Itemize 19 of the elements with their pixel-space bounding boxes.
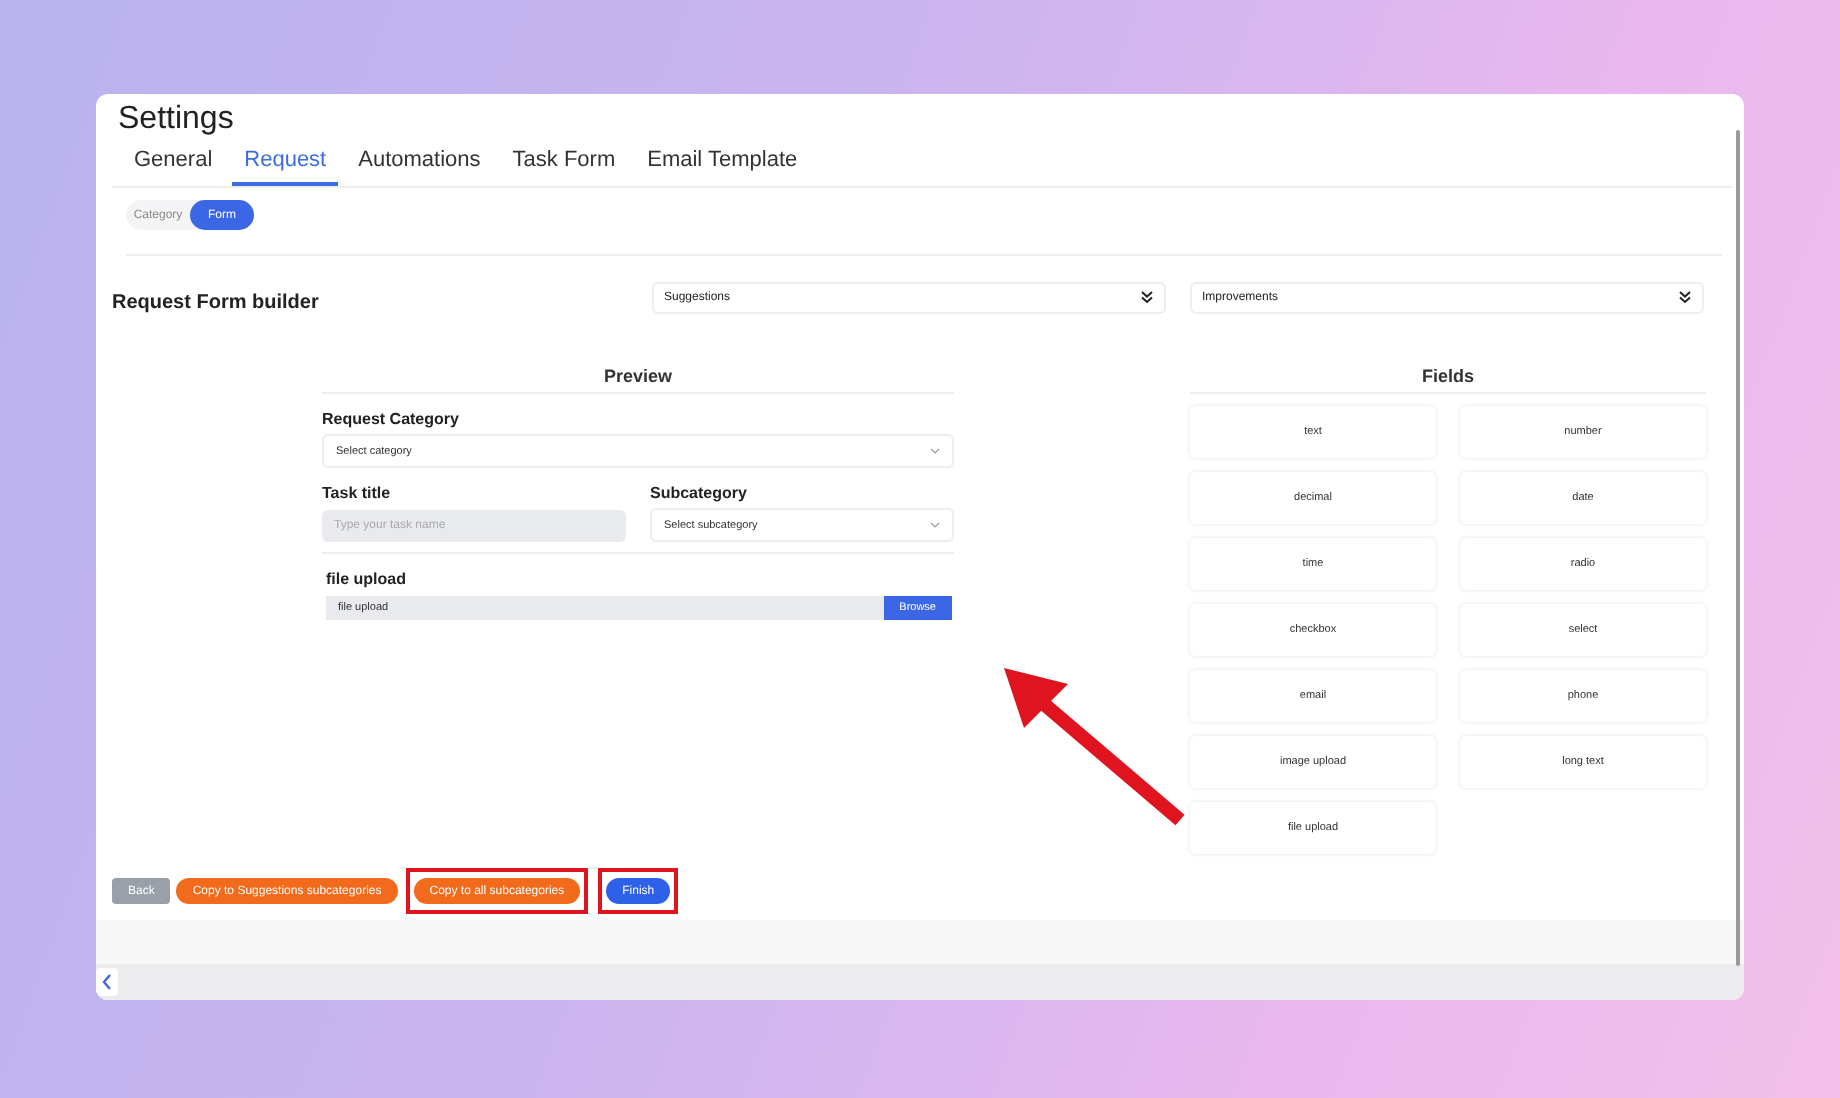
field-label: Request Category [322,410,461,428]
tab[interactable]: Request [232,144,339,186]
tab[interactable]: Automations [346,144,493,186]
chevron-down-icon [930,522,940,528]
chevron-down-icon [930,448,940,454]
tab[interactable]: Task Form [500,144,628,186]
field-label: Task title [322,484,393,502]
double-chevron-icon [1140,290,1154,304]
tab[interactable]: Email Template [635,144,810,186]
column-heading: Preview [322,366,954,394]
section-title: Request Form builder [112,292,321,314]
back-chevron-button[interactable] [96,968,118,996]
chevron-left-icon [102,974,112,990]
tab[interactable]: General [122,144,225,186]
window-title: Settings [116,100,236,140]
field-label: Subcategory [650,484,749,502]
field-label: file upload [326,570,408,588]
column-heading: Fields [1190,366,1706,394]
double-chevron-icon [1678,290,1692,304]
